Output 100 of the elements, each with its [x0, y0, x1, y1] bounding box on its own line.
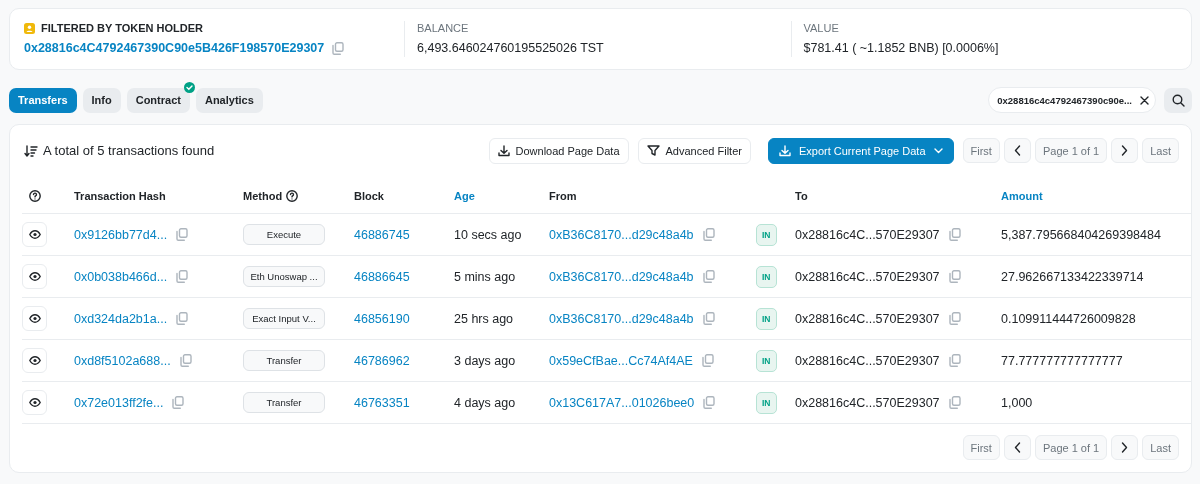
age-text: 10 secs ago: [454, 227, 522, 242]
direction-badge: IN: [756, 265, 777, 288]
eye-icon: [28, 230, 41, 239]
copy-icon[interactable]: [179, 354, 192, 367]
transaction-hash-link[interactable]: 0xd324da2b1a...: [74, 311, 168, 326]
copy-icon[interactable]: [702, 228, 715, 241]
column-header: Transaction Hash: [74, 190, 166, 202]
next-page-button[interactable]: [1111, 435, 1139, 460]
preview-button[interactable]: [22, 222, 47, 247]
block-link[interactable]: 46886645: [354, 269, 410, 284]
copy-icon[interactable]: [948, 270, 961, 283]
column-header[interactable]: Amount: [1001, 190, 1043, 202]
preview-button[interactable]: [22, 264, 47, 289]
first-page-button[interactable]: First: [962, 138, 1000, 163]
preview-button[interactable]: [22, 306, 47, 331]
from-address-link[interactable]: 0xB36C8170...d29c48a4b: [549, 269, 694, 284]
method-badge: Execute: [243, 224, 325, 245]
block-link[interactable]: 46786962: [354, 353, 410, 368]
tab[interactable]: Contract: [126, 87, 190, 113]
amount-text: 5,387.795668404269398484: [1001, 227, 1161, 242]
chevron-left-icon: [1013, 442, 1021, 453]
age-text: 25 hrs ago: [454, 311, 514, 326]
from-address-link[interactable]: 0xB36C8170...d29c48a4b: [549, 227, 694, 242]
last-page-button[interactable]: Last: [1142, 138, 1179, 163]
tab[interactable]: Info: [82, 87, 121, 113]
copy-icon[interactable]: [701, 354, 714, 367]
summary-label: VALUE: [803, 22, 839, 34]
close-icon[interactable]: [1140, 95, 1149, 105]
help-icon[interactable]: [29, 190, 41, 202]
block-link[interactable]: 46886745: [354, 227, 410, 242]
column-header[interactable]: Age: [454, 190, 475, 202]
chevron-right-icon: [1121, 442, 1129, 453]
export-button[interactable]: Export Current Page Data: [767, 137, 954, 164]
next-page-button[interactable]: [1111, 138, 1139, 163]
method-badge: Transfer: [243, 392, 325, 413]
amount-text: 1,000: [1001, 395, 1033, 410]
copy-icon[interactable]: [176, 312, 189, 325]
copy-icon[interactable]: [702, 270, 715, 283]
holder-address-link[interactable]: 0x28816c4C4792467390C90e5B426F198570E29307: [24, 41, 325, 55]
copy-icon[interactable]: [176, 270, 189, 283]
block-link[interactable]: 46856190: [354, 311, 410, 326]
method-badge: Exact Input V...: [243, 308, 325, 329]
previous-page-button[interactable]: [1003, 435, 1031, 460]
from-address-link[interactable]: 0x13C617A7...01026bee0: [549, 395, 695, 410]
sort-icon[interactable]: [24, 144, 38, 157]
eye-icon: [28, 272, 41, 281]
page-indicator: Page 1 of 1: [1034, 435, 1108, 460]
tab[interactable]: Analytics: [195, 87, 263, 113]
holder-icon: [24, 22, 35, 34]
download-icon: [778, 144, 791, 157]
amount-text: 0.109911444726009828: [1001, 311, 1136, 326]
to-address: 0x28816c4C...570E29307: [795, 395, 940, 410]
download-button[interactable]: Download Page Data: [488, 137, 629, 164]
method-badge: Eth Unoswap ...: [243, 266, 325, 287]
block-link[interactable]: 46763351: [354, 395, 410, 410]
method-badge: Transfer: [243, 350, 325, 371]
transaction-hash-link[interactable]: 0x9126bb77d4...: [74, 227, 168, 242]
direction-badge: IN: [756, 391, 777, 414]
filter-button[interactable]: Advanced Filter: [637, 137, 751, 164]
copy-icon[interactable]: [703, 396, 716, 409]
to-address: 0x28816c4C...570E29307: [795, 311, 940, 326]
amount-text: 77.777777777777777: [1001, 353, 1123, 368]
copy-icon[interactable]: [702, 312, 715, 325]
column-header: From: [549, 190, 577, 202]
direction-badge: IN: [756, 349, 777, 372]
copy-icon[interactable]: [948, 228, 961, 241]
copy-icon[interactable]: [948, 312, 961, 325]
direction-badge: IN: [756, 307, 777, 330]
caret-icon: [933, 147, 943, 154]
search-button[interactable]: [1164, 87, 1192, 113]
eye-icon: [28, 314, 41, 323]
copy-icon[interactable]: [332, 41, 345, 55]
copy-icon[interactable]: [176, 228, 189, 241]
column-header: Block: [354, 190, 384, 202]
preview-button[interactable]: [22, 348, 47, 373]
summary-value: 6,493.646024760195525026 TST: [417, 41, 604, 55]
first-page-button[interactable]: First: [962, 435, 1000, 460]
previous-page-button[interactable]: [1003, 138, 1031, 163]
transaction-hash-link[interactable]: 0x0b038b466d...: [74, 269, 168, 284]
summary-label: FILTERED BY TOKEN HOLDER: [41, 22, 203, 34]
transaction-hash-link[interactable]: 0xd8f5102a688...: [74, 353, 171, 368]
copy-icon[interactable]: [172, 396, 185, 409]
chevron-left-icon: [1013, 145, 1021, 156]
copy-icon[interactable]: [948, 396, 961, 409]
from-address-link[interactable]: 0xB36C8170...d29c48a4b: [549, 311, 694, 326]
direction-badge: IN: [756, 223, 777, 246]
tab[interactable]: Transfers: [9, 87, 77, 113]
preview-button[interactable]: [22, 390, 47, 415]
help-icon[interactable]: [286, 190, 299, 202]
to-address: 0x28816c4C...570E29307: [795, 227, 940, 242]
transaction-hash-link[interactable]: 0x72e013ff2fe...: [74, 395, 164, 410]
age-text: 4 days ago: [454, 395, 516, 410]
age-text: 3 days ago: [454, 353, 516, 368]
last-page-button[interactable]: Last: [1142, 435, 1179, 460]
filter-chip[interactable]: 0x28816c4c4792467390c90e...: [988, 87, 1156, 113]
amount-text: 27.962667133422339714: [1001, 269, 1144, 284]
download-icon: [497, 144, 510, 157]
copy-icon[interactable]: [948, 354, 961, 367]
from-address-link[interactable]: 0x59eCfBae...Cc74Af4AE: [549, 353, 693, 368]
summary-label: BALANCE: [417, 22, 469, 34]
